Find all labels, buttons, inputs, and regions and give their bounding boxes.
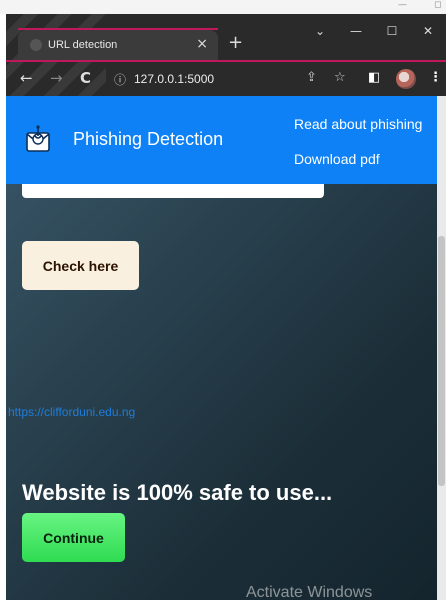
site-navbar: Phishing Detection Read about phishing D… (6, 96, 437, 184)
maximize-icon[interactable]: ☐ (374, 14, 410, 48)
url-input[interactable] (22, 184, 324, 198)
result-message: Website is 100% safe to use... (22, 480, 333, 505)
continue-button[interactable]: Continue (22, 513, 125, 562)
address-url: 127.0.0.1:5000 (134, 72, 215, 86)
checked-url-text: https://clifforduni.edu.ng (8, 405, 136, 419)
forward-icon[interactable]: → (50, 69, 63, 87)
share-icon[interactable]: ⇪ (306, 70, 317, 85)
address-bar[interactable]: ⓘ 127.0.0.1:5000 (104, 67, 318, 91)
back-icon[interactable]: ← (20, 69, 33, 87)
scrollbar-thumb[interactable] (438, 236, 445, 486)
browser-toolbar: ← → C ⓘ 127.0.0.1:5000 ⇪ ☆ ◧ ⋮ (6, 62, 446, 96)
tab-strip: URL detection × + ⌄ — ☐ ✕ (6, 14, 446, 60)
page-viewport: Phishing Detection Read about phishing D… (6, 96, 446, 600)
bookmark-star-icon[interactable]: ☆ (334, 70, 346, 85)
browser-chrome: URL detection × + ⌄ — ☐ ✕ ← → C ⓘ 127.0.… (6, 14, 446, 96)
nav-link-download-pdf[interactable]: Download pdf (294, 151, 380, 167)
tab-url-detection[interactable]: URL detection × (18, 30, 218, 60)
tab-close-icon[interactable]: × (196, 36, 208, 52)
chrome-menu-icon[interactable]: ⋮ (429, 70, 442, 85)
profile-avatar[interactable] (396, 69, 416, 89)
nav-link-read-about-phishing[interactable]: Read about phishing (294, 116, 422, 132)
os-minimize-icon[interactable]: — (398, 0, 407, 10)
tab-search-icon[interactable]: ⌄ (302, 14, 338, 48)
new-tab-icon[interactable]: + (228, 32, 243, 53)
page-scrollbar[interactable] (437, 96, 446, 600)
brand-title[interactable]: Phishing Detection (73, 129, 223, 150)
reload-icon[interactable]: C (80, 69, 91, 87)
side-panel-icon[interactable]: ◧ (368, 70, 380, 85)
os-title-strip: — ◻ (0, 0, 446, 14)
window-controls: ⌄ — ☐ ✕ (302, 14, 446, 48)
close-window-icon[interactable]: ✕ (410, 14, 446, 48)
os-maximize-icon[interactable]: ◻ (434, 0, 441, 10)
phishing-hook-logo-icon[interactable] (24, 124, 52, 154)
favicon-icon (30, 39, 42, 51)
activate-windows-watermark: Activate Windows (246, 584, 373, 600)
tab-title: URL detection (48, 39, 118, 51)
check-here-button[interactable]: Check here (22, 241, 139, 290)
site-info-icon[interactable]: ⓘ (114, 71, 126, 88)
minimize-icon[interactable]: — (338, 14, 374, 48)
